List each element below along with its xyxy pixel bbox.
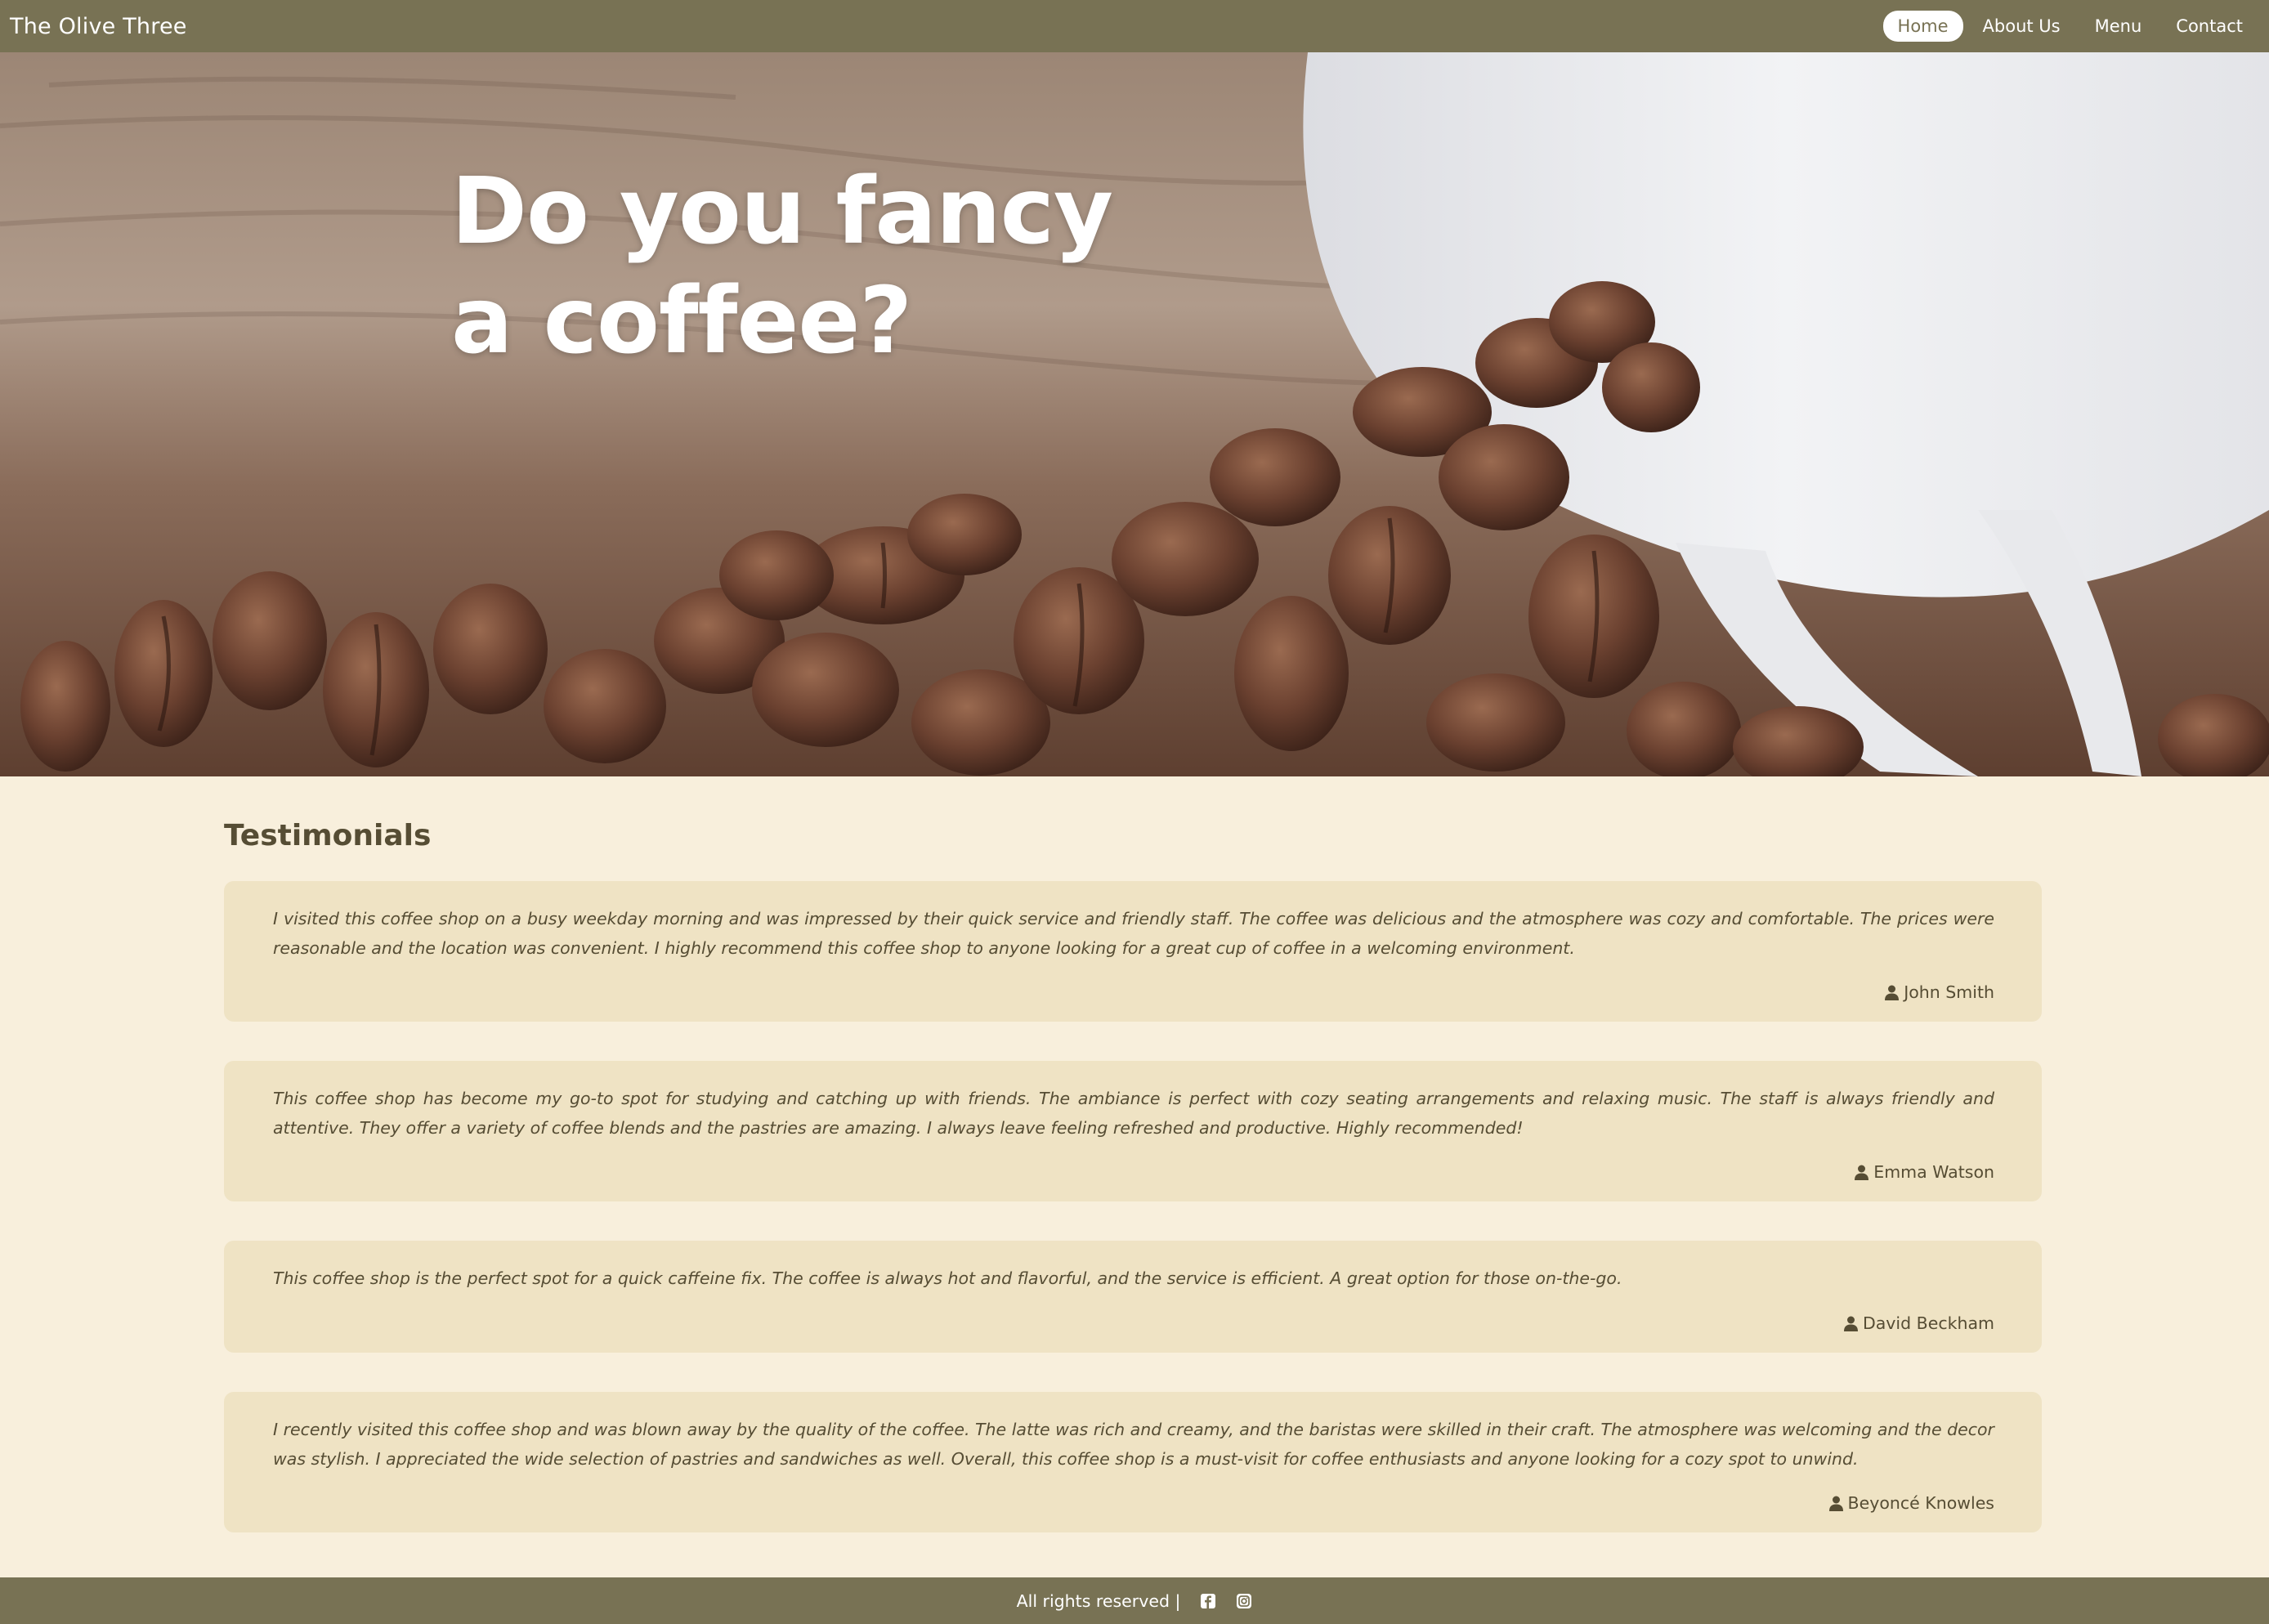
- testimonials-title: Testimonials: [224, 819, 432, 852]
- facebook-icon[interactable]: [1200, 1593, 1216, 1609]
- instagram-icon[interactable]: [1236, 1593, 1252, 1609]
- footer-text: All rights reserved |: [1016, 1590, 1181, 1611]
- testimonial-author: Emma Watson: [1855, 1162, 1994, 1182]
- brand-logo[interactable]: The Olive Three: [10, 14, 187, 39]
- user-icon: [1855, 1165, 1869, 1180]
- testimonial-card: I visited this coffee shop on a busy wee…: [224, 881, 2042, 1022]
- hero-section: Do you fancy a coffee?: [0, 52, 2269, 776]
- author-name: Emma Watson: [1873, 1162, 1994, 1182]
- nav-link-home[interactable]: Home: [1882, 11, 1963, 42]
- testimonial-card: I recently visited this coffee shop and …: [224, 1392, 2042, 1532]
- user-icon: [1843, 1316, 1858, 1331]
- testimonial-quote: I recently visited this coffee shop and …: [273, 1420, 1994, 1469]
- testimonial-author: Beyoncé Knowles: [1828, 1493, 1994, 1513]
- testimonial-card: This coffee shop is the perfect spot for…: [224, 1241, 2042, 1353]
- user-icon: [1885, 985, 1900, 1000]
- testimonial-card: This coffee shop has become my go-to spo…: [224, 1061, 2042, 1201]
- author-name: David Beckham: [1862, 1313, 1994, 1333]
- footer: All rights reserved |: [0, 1577, 2269, 1624]
- author-name: Beyoncé Knowles: [1847, 1493, 1994, 1513]
- testimonial-author: John Smith: [1885, 982, 1994, 1002]
- author-name: John Smith: [1904, 982, 1994, 1002]
- testimonial-quote: I visited this coffee shop on a busy wee…: [273, 909, 1994, 958]
- user-icon: [1828, 1496, 1843, 1511]
- hero-title: Do you fancy a coffee?: [451, 159, 1113, 374]
- navbar: The Olive Three Home About Us Menu Conta…: [0, 0, 2269, 52]
- testimonial-author: David Beckham: [1843, 1313, 1994, 1333]
- nav-link-contact[interactable]: Contact: [2161, 11, 2258, 42]
- testimonial-quote: This coffee shop has become my go-to spo…: [273, 1089, 1994, 1138]
- nav-links: Home About Us Menu Contact: [1882, 11, 2258, 42]
- testimonial-quote: This coffee shop is the perfect spot for…: [273, 1268, 1622, 1288]
- nav-link-menu[interactable]: Menu: [2080, 11, 2157, 42]
- nav-link-about-us[interactable]: About Us: [1968, 11, 2075, 42]
